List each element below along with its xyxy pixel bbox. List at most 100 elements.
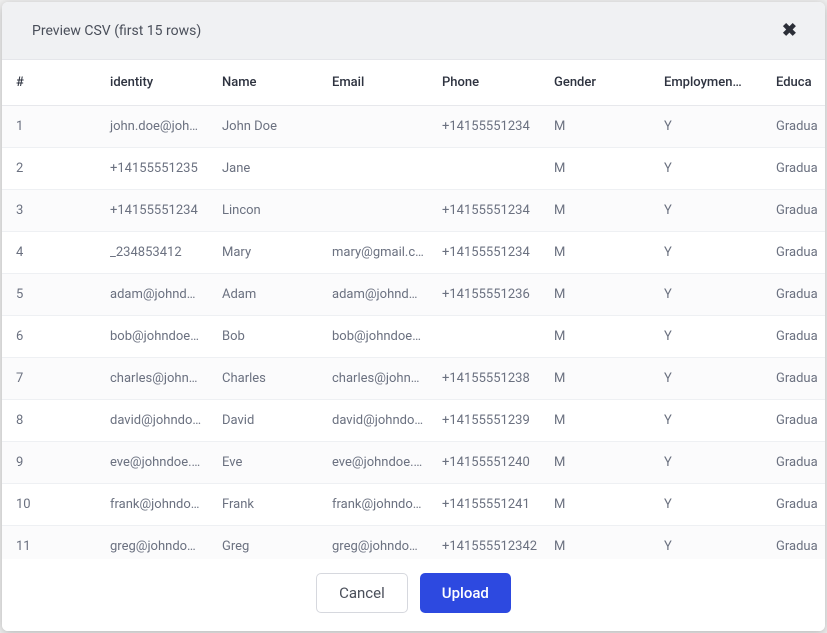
cell-gender: M [546,106,656,148]
cell-num: 8 [2,400,102,442]
cell-education: Gradua [768,190,825,232]
cell-email: adam@johnd… [324,274,434,316]
col-email: Email [324,60,434,106]
cell-phone: +14155551238 [434,358,546,400]
table-row: 9eve@johndoe.…Eveeve@johndoe.…+141555512… [2,442,825,484]
cell-gender: M [546,484,656,526]
cell-employment: Y [656,106,768,148]
col-identity: identity [102,60,214,106]
cell-name: Lincon [214,190,324,232]
cell-gender: M [546,400,656,442]
cell-education: Gradua [768,232,825,274]
cell-phone: +14155551236 [434,274,546,316]
cell-employment: Y [656,274,768,316]
table-row: 5adam@johnd…Adamadam@johnd…+14155551236M… [2,274,825,316]
cell-num: 4 [2,232,102,274]
cell-num: 2 [2,148,102,190]
cell-education: Gradua [768,148,825,190]
cell-employment: Y [656,316,768,358]
cell-employment: Y [656,400,768,442]
cell-gender: M [546,148,656,190]
cell-gender: M [546,358,656,400]
upload-button[interactable]: Upload [420,573,511,613]
cell-email [324,190,434,232]
cell-name: Jane [214,148,324,190]
cell-education: Gradua [768,484,825,526]
cell-identity: john.doe@joh… [102,106,214,148]
table-row: 10frank@johndo…Frankfrank@johndo…+141555… [2,484,825,526]
table-row: 4_234853412Marymary@gmail.c…+14155551234… [2,232,825,274]
cell-education: Gradua [768,316,825,358]
cell-email: david@johndo… [324,400,434,442]
cell-gender: M [546,526,656,560]
table-wrapper: # identity Name Email Phone Gender Emplo… [2,60,825,559]
cell-gender: M [546,190,656,232]
cell-phone [434,148,546,190]
cell-phone: +141555512342 [434,526,546,560]
cell-gender: M [546,316,656,358]
cell-employment: Y [656,232,768,274]
cell-phone [434,316,546,358]
cell-identity: greg@johndo… [102,526,214,560]
table-row: 7charles@john…Charlescharles@john…+14155… [2,358,825,400]
col-phone: Phone [434,60,546,106]
cell-name: Greg [214,526,324,560]
cell-num: 7 [2,358,102,400]
csv-preview-table: # identity Name Email Phone Gender Emplo… [2,60,825,559]
cell-phone: +14155551241 [434,484,546,526]
cell-num: 6 [2,316,102,358]
cell-education: Gradua [768,526,825,560]
cell-name: Mary [214,232,324,274]
cell-identity: +14155551234 [102,190,214,232]
cell-identity: _234853412 [102,232,214,274]
cell-employment: Y [656,148,768,190]
cell-employment: Y [656,358,768,400]
cell-identity: frank@johndo… [102,484,214,526]
cell-identity: charles@john… [102,358,214,400]
cell-education: Gradua [768,400,825,442]
cell-education: Gradua [768,358,825,400]
cell-email: eve@johndoe.… [324,442,434,484]
col-gender: Gender [546,60,656,106]
csv-preview-modal: Preview CSV (first 15 rows) ✖ # identity… [2,2,825,631]
cell-identity: adam@johnd… [102,274,214,316]
cell-email: frank@johndo… [324,484,434,526]
cell-identity: eve@johndoe.… [102,442,214,484]
table-row: 6bob@johndoe…Bobbob@johndoe…MYGradua [2,316,825,358]
table-row: 1john.doe@joh…John Doe +14155551234MYGrad… [2,106,825,148]
cell-employment: Y [656,442,768,484]
cell-name: Bob [214,316,324,358]
close-icon[interactable]: ✖ [774,16,805,45]
cell-employment: Y [656,190,768,232]
col-employment: Employmen… [656,60,768,106]
cell-phone: +14155551239 [434,400,546,442]
cell-name: John Doe [214,106,324,148]
cell-email: bob@johndoe… [324,316,434,358]
cell-name: Frank [214,484,324,526]
cell-num: 3 [2,190,102,232]
cell-identity: bob@johndoe… [102,316,214,358]
cell-email: charles@john… [324,358,434,400]
cell-employment: Y [656,484,768,526]
cell-email: greg@johndo… [324,526,434,560]
table-row: 8david@johndo…Daviddavid@johndo…+1415555… [2,400,825,442]
cell-name: Eve [214,442,324,484]
table-header-row: # identity Name Email Phone Gender Emplo… [2,60,825,106]
cell-phone: +14155551240 [434,442,546,484]
cell-education: Gradua [768,106,825,148]
cell-phone: +14155551234 [434,106,546,148]
cell-name: David [214,400,324,442]
cell-num: 1 [2,106,102,148]
cell-gender: M [546,442,656,484]
table-row: 11greg@johndo…Greggreg@johndo…+141555512… [2,526,825,560]
col-num: # [2,60,102,106]
cell-name: Adam [214,274,324,316]
modal-header: Preview CSV (first 15 rows) ✖ [2,2,825,60]
table-row: 3+14155551234Lincon+14155551234MYGradua [2,190,825,232]
cell-name: Charles [214,358,324,400]
cell-employment: Y [656,526,768,560]
cell-education: Gradua [768,274,825,316]
col-education: Educa [768,60,825,106]
cancel-button[interactable]: Cancel [316,573,408,613]
cell-email [324,148,434,190]
